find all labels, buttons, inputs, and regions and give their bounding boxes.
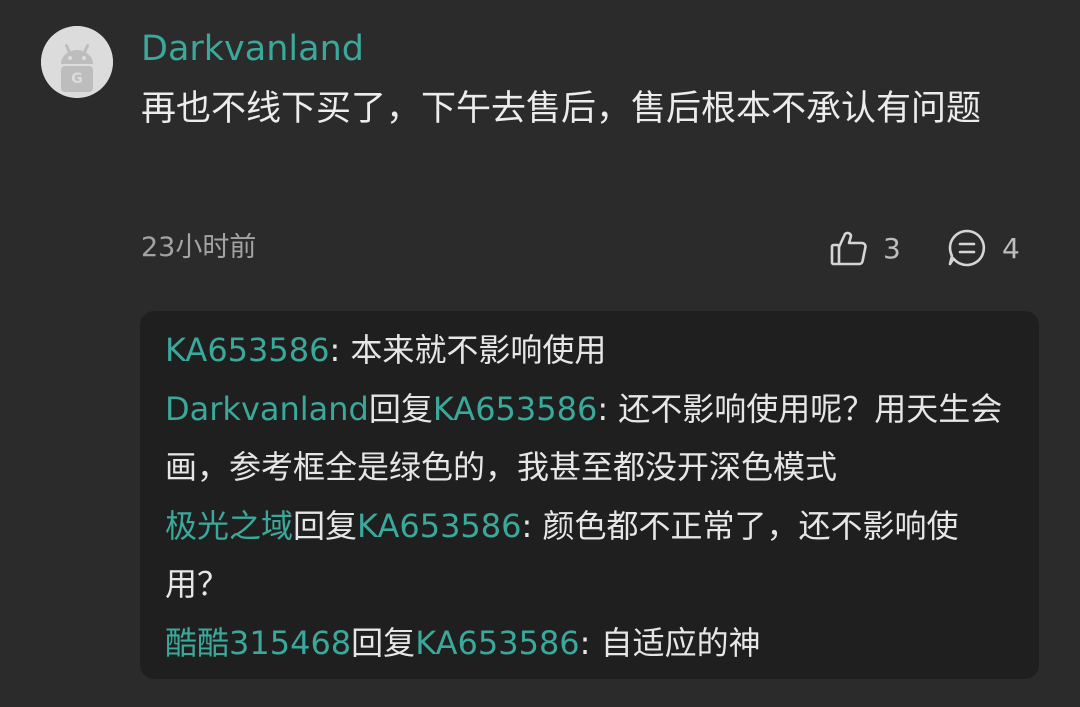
- reply-text: 本来就不影响使用: [350, 331, 607, 369]
- reply-text: 自适应的神: [600, 624, 761, 662]
- reply-keyword: 回复: [293, 507, 358, 545]
- like-button[interactable]: 3: [829, 226, 901, 270]
- reply-author[interactable]: 酷酷315468: [165, 624, 351, 662]
- comment-meta: 23小时前 3 4: [141, 226, 1021, 270]
- comment-bubble-icon: [946, 227, 988, 269]
- android-avatar-icon: G: [41, 26, 113, 98]
- reply-separator: :: [597, 390, 619, 428]
- reply-separator: :: [521, 507, 543, 545]
- reply-target[interactable]: KA653586: [357, 507, 521, 545]
- reply-list[interactable]: KA653586: 本来就不影响使用 Darkvanland回复KA653586…: [140, 311, 1039, 679]
- reply-keyword: 回复: [351, 624, 416, 662]
- reply-author[interactable]: 极光之域: [165, 507, 293, 545]
- reply-author[interactable]: KA653586: [165, 331, 329, 369]
- like-count: 3: [883, 231, 901, 265]
- reply-item[interactable]: 极光之域回复KA653586: 颜色都不正常了，还不影响使用？: [165, 497, 1014, 613]
- reply-item[interactable]: Darkvanland回复KA653586: 还不影响使用呢？用天生会画，参考框…: [165, 380, 1014, 496]
- svg-text:G: G: [71, 71, 83, 87]
- thumbs-up-icon: [829, 228, 869, 268]
- reply-author[interactable]: Darkvanland: [165, 390, 369, 428]
- reply-target[interactable]: KA653586: [433, 390, 597, 428]
- avatar[interactable]: G: [41, 26, 113, 98]
- reply-separator: :: [329, 331, 351, 369]
- reply-button[interactable]: 4: [946, 226, 1020, 270]
- comment-author[interactable]: Darkvanland: [141, 27, 364, 71]
- reply-separator: :: [579, 624, 601, 662]
- reply-count: 4: [1002, 231, 1020, 265]
- reply-keyword: 回复: [368, 390, 433, 428]
- reply-item[interactable]: 酷酷315468回复KA653586: 自适应的神: [165, 614, 1014, 672]
- reply-target[interactable]: KA653586: [415, 624, 579, 662]
- reply-item[interactable]: KA653586: 本来就不影响使用: [165, 321, 1014, 379]
- comment-body: 再也不线下买了，下午去售后，售后根本不承认有问题: [141, 89, 982, 129]
- comment-timestamp: 23小时前: [141, 232, 257, 263]
